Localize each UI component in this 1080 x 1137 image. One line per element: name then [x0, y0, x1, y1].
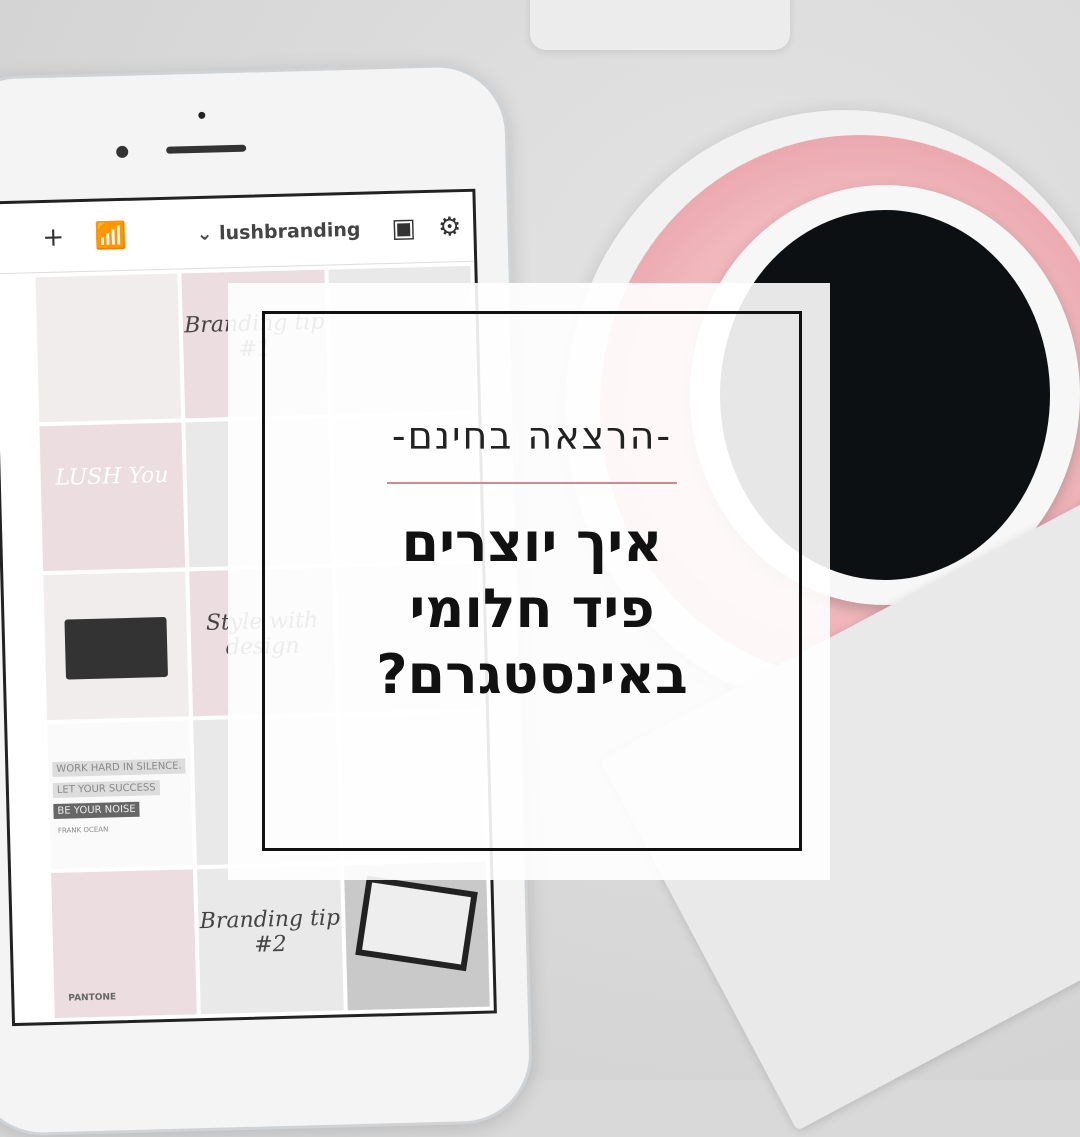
app-toolbar: + 📶 ⌄ lushbranding ▣ ⚙: [0, 191, 475, 275]
bar-chart-icon[interactable]: 📶: [94, 220, 127, 251]
card-title-line: פיד חלומי: [409, 577, 655, 640]
quote-author: FRANK OCEAN: [57, 825, 109, 835]
grid-post[interactable]: LUSH You: [39, 422, 186, 572]
quote-line: WORK HARD IN SILENCE.: [52, 758, 186, 777]
grid-post[interactable]: Branding tip #2: [197, 865, 344, 1015]
grid-post[interactable]: [343, 861, 490, 1011]
phone-sensor: [198, 111, 206, 119]
account-name: lushbranding: [218, 218, 361, 244]
quote-line: LET YOUR SUCCESS: [52, 780, 160, 798]
device-on-desk: [530, 0, 790, 50]
calendar-icon[interactable]: ▣: [391, 213, 416, 244]
card-subtitle: -הרצאה בחינם-: [391, 414, 673, 458]
account-switcher[interactable]: ⌄ lushbranding: [156, 217, 391, 245]
grid-post[interactable]: [43, 571, 190, 721]
divider: [387, 482, 677, 484]
grid-post[interactable]: PANTONE: [51, 869, 198, 1018]
quote-line: BE YOUR NOISE: [53, 801, 140, 819]
plus-icon[interactable]: +: [42, 222, 65, 253]
grid-post[interactable]: [35, 273, 182, 423]
phone-camera: [116, 145, 129, 159]
card-title-line: איך יוצרים: [401, 511, 663, 574]
card-title-line: באינסטגרם?: [376, 643, 688, 706]
phone-speaker: [166, 144, 247, 154]
text-card: -הרצאה בחינם- איך יוצרים פיד חלומי באינס…: [262, 311, 802, 851]
grid-post-quote[interactable]: WORK HARD IN SILENCE. LET YOUR SUCCESS B…: [47, 720, 194, 870]
gear-icon[interactable]: ⚙: [438, 212, 462, 243]
pantone-label: PANTONE: [68, 992, 117, 1004]
